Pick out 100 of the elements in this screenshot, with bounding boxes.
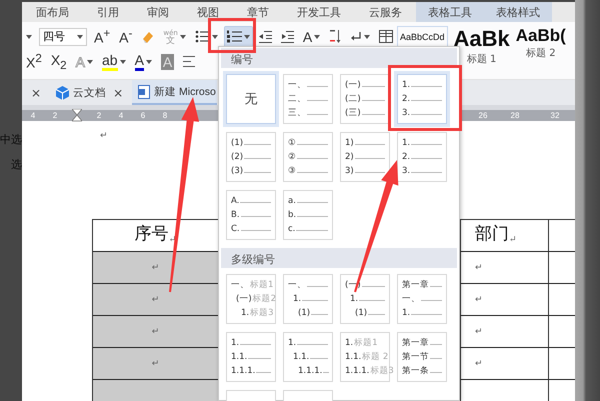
number-label: 二、 <box>288 93 306 105</box>
number-label: (1) <box>298 308 310 318</box>
table-cell: ↵ <box>461 284 549 316</box>
sort-icon <box>329 29 342 44</box>
numbering-option[interactable]: 一、 二、 三、 <box>283 74 333 124</box>
numbering-option[interactable]: ① ② ③ <box>283 132 333 182</box>
menu-tab[interactable]: 表格样式 <box>484 2 552 22</box>
heading-label: 标题 2 <box>362 351 388 363</box>
decrease-indent-icon <box>258 30 272 42</box>
section-header: 编号 <box>221 48 457 68</box>
number-label: 第一章 <box>402 337 429 349</box>
number-label: b. <box>288 210 296 220</box>
menu-tab[interactable]: 云服务 <box>355 2 416 22</box>
number-label: C. <box>231 224 240 234</box>
table-cell: ↵ <box>461 316 549 348</box>
number-label: 1. <box>345 338 354 348</box>
highlight-frame <box>208 18 256 53</box>
ruler-label: 4 <box>118 111 124 120</box>
menu-tab[interactable]: 表格工具 <box>416 2 484 22</box>
number-label: 1. <box>350 294 358 304</box>
numbering-option[interactable]: (一) (二) (三) <box>340 74 390 124</box>
numbering-option[interactable]: 无 <box>226 74 276 124</box>
numbering-option[interactable]: 1. 2. 3. <box>397 74 447 124</box>
number-label: 一、 <box>231 279 249 291</box>
table-cell: ↵ <box>93 316 219 348</box>
numbered-list-icon <box>226 30 242 43</box>
table-cell: ↵ <box>461 348 549 380</box>
number-label: ③ <box>288 166 296 176</box>
close-button[interactable]: × <box>28 86 44 100</box>
header-text: 序号 <box>134 223 169 245</box>
number-label: 2. <box>402 94 410 104</box>
menu-tab[interactable]: 面布局 <box>22 2 83 22</box>
ruler-label: 6 <box>140 111 146 120</box>
number-label: 1) <box>345 138 354 148</box>
menu-tab[interactable]: 审阅 <box>133 2 183 22</box>
format-button[interactable]: A$^{+}$ <box>92 26 112 46</box>
number-label: c. <box>288 224 296 234</box>
close-button[interactable]: × <box>110 86 126 100</box>
number-label: 第一条 <box>402 365 429 377</box>
numbering-option[interactable]: 1. 1.1. 1.1.1. <box>226 332 276 382</box>
number-label: A. <box>231 196 240 206</box>
number-label: 三、 <box>288 107 306 119</box>
number-label: 1.1. <box>345 352 362 362</box>
format-button[interactable]: A <box>132 52 154 72</box>
numbering-option[interactable]: (1) (2) (3) <box>226 132 276 182</box>
document-tab[interactable]: 新建 Microso <box>132 80 217 105</box>
menu-tab[interactable]: 视图 <box>183 2 233 22</box>
format-button[interactable]: ab <box>100 52 128 72</box>
number-label: 第一节 <box>402 351 429 363</box>
numbering-option[interactable]: 第一章 一、 1. <box>397 274 447 324</box>
numbering-option[interactable]: 一、标题1 (一)标题2 1.标题3 <box>226 274 276 324</box>
format-button[interactable]: A <box>300 26 322 46</box>
number-label: a. <box>288 196 296 206</box>
font-size-dropdown[interactable]: 四号 <box>39 28 87 46</box>
background-text: 选 <box>11 157 22 172</box>
number-label: 第一章 <box>402 279 429 291</box>
number-label: 1. <box>231 338 240 348</box>
number-label: (三) <box>345 107 361 119</box>
number-label: 2) <box>345 152 354 162</box>
number-label: 1. <box>402 308 410 318</box>
ruler-label: 4 <box>30 111 36 120</box>
ruler-label: 2 <box>52 111 58 120</box>
numbering-option[interactable]: 1. 1.1. 1.1.1. <box>283 332 333 382</box>
menu-tab[interactable]: 章节 <box>233 2 283 22</box>
numbering-button[interactable] <box>224 26 252 46</box>
menu-tab[interactable]: 开发工具 <box>283 2 355 22</box>
numbering-option[interactable]: 第一章 第一节 第一条 <box>397 332 447 382</box>
document-tab[interactable]: 云文档 × <box>50 80 132 105</box>
table-cell: ↵ <box>461 252 549 284</box>
table-icon <box>379 30 394 43</box>
format-button[interactable]: X$^{2}$ <box>24 52 44 72</box>
numbering-option[interactable]: a. b. c. <box>283 190 333 240</box>
format-button[interactable]: A$^{-}$ <box>117 26 134 46</box>
number-label: 3. <box>402 108 410 118</box>
number-label: 一、 <box>402 293 420 305</box>
caret-icon <box>180 34 186 38</box>
heading-label: 标题2 <box>252 293 276 305</box>
bulleted-list-icon <box>194 30 210 43</box>
numbering-option[interactable]: 一、 1. (1) <box>283 274 333 324</box>
numbering-option[interactable]: 1) 2) 3) <box>340 132 390 182</box>
style-preset[interactable]: AaBb( 标题 2 <box>516 26 566 60</box>
paragraph-mark: ↵ <box>100 131 109 141</box>
section-header: 多级编号 <box>221 248 457 268</box>
menu-tab[interactable]: 引用 <box>83 2 133 22</box>
eraser-icon <box>141 30 154 44</box>
number-label: 1.1.1. <box>298 366 322 376</box>
number-label: 1.1.1. <box>345 366 370 376</box>
document-icon <box>138 84 150 98</box>
format-button[interactable]: X$_{2}$ <box>48 52 69 72</box>
numbering-option[interactable]: A. B. C. <box>226 190 276 240</box>
number-label: ① <box>288 138 296 148</box>
background-text: 中选 <box>0 132 22 147</box>
table-cell: ↵ <box>93 348 219 380</box>
number-label: (2) <box>231 152 244 162</box>
number-label: 1. <box>293 294 302 304</box>
header-text: 部门 <box>475 223 509 245</box>
number-label: 1.1. <box>231 352 248 362</box>
number-label: (一) <box>345 79 361 91</box>
numbering-option[interactable]: 1. 2. 3. <box>397 132 447 182</box>
table-cell: ↵ <box>93 252 219 284</box>
